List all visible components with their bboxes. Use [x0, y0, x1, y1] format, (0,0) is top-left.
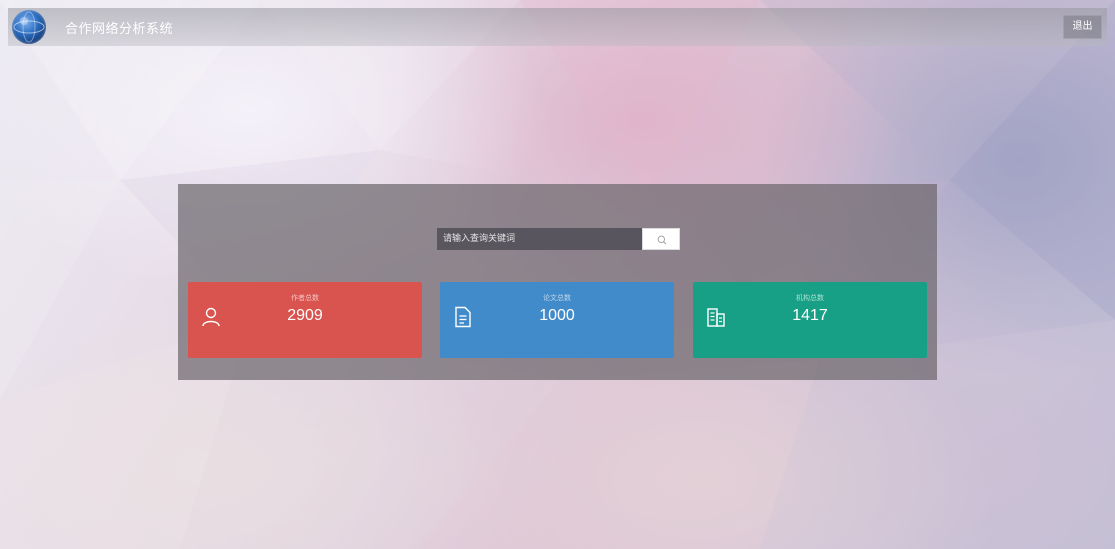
stat-card-organizations[interactable]: 机构总数 1417 — [693, 282, 927, 358]
stat-card-papers[interactable]: 论文总数 1000 — [440, 282, 674, 358]
stat-value: 2909 — [287, 307, 323, 324]
stat-label: 作者总数 — [291, 294, 319, 302]
stat-label: 论文总数 — [543, 294, 571, 302]
stat-value: 1417 — [792, 307, 828, 324]
logout-button[interactable]: 退出 — [1063, 15, 1102, 39]
search-icon — [657, 235, 667, 245]
stat-label: 机构总数 — [796, 294, 824, 302]
search-input[interactable] — [437, 228, 642, 250]
globe-logo-icon — [12, 10, 46, 44]
search-bar — [437, 228, 680, 250]
app-screen: 合作网络分析系统 退出 作者总数 2909 — [0, 0, 1115, 549]
search-button[interactable] — [642, 228, 680, 250]
app-title: 合作网络分析系统 — [65, 22, 174, 37]
stat-value: 1000 — [539, 307, 575, 324]
stat-card-authors[interactable]: 作者总数 2909 — [188, 282, 422, 358]
dashboard-panel: 作者总数 2909 论文总数 1000 机构总数 — [178, 184, 937, 380]
top-navbar: 合作网络分析系统 退出 — [8, 8, 1107, 46]
